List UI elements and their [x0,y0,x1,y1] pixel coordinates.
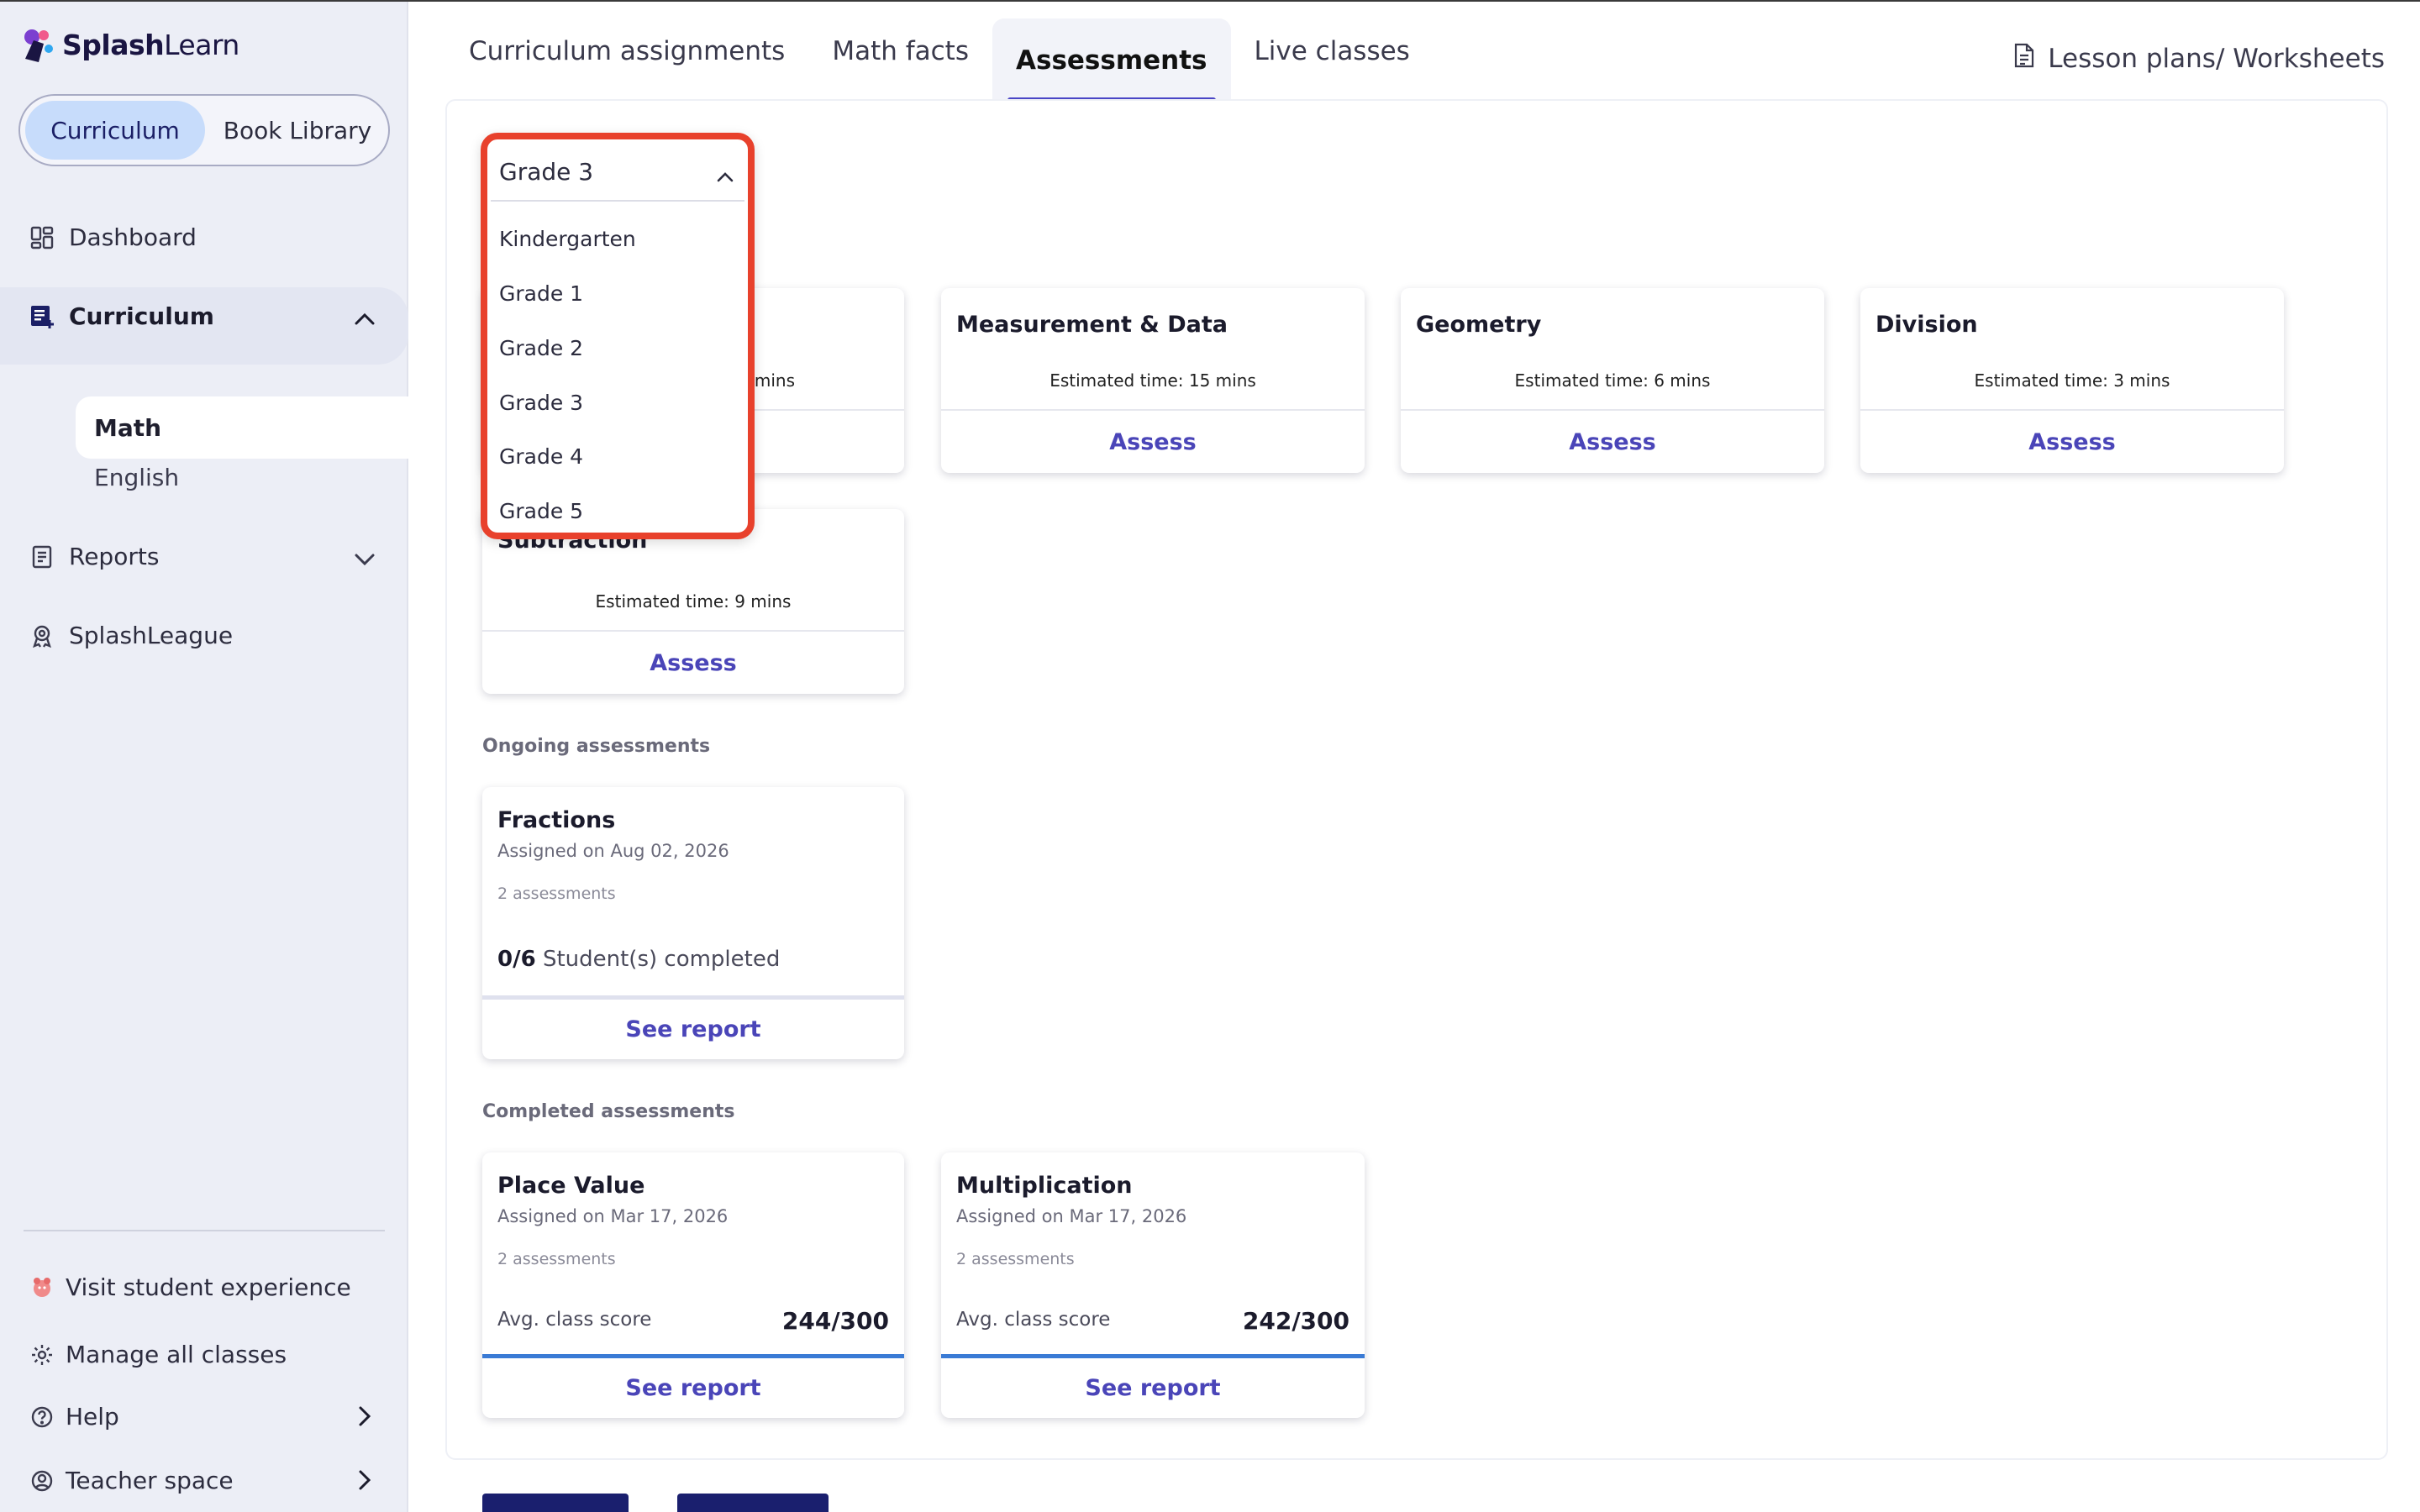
lesson-plans-link[interactable]: Lesson plans/ Worksheets [2012,42,2385,76]
card-title: Geometry [1416,312,1542,338]
sidebar-item-curriculum[interactable]: Curriculum [29,302,214,330]
segment-curriculum[interactable]: Curriculum [25,101,205,160]
completed-assessment-card: Multiplication Assigned on Mar 17, 2026 … [941,1152,1365,1418]
assess-button[interactable]: Assess [482,632,904,694]
card-title: Place Value [497,1173,645,1199]
grade-select-field[interactable]: Grade 3 [491,143,744,202]
avg-score-value: 242/300 [1242,1307,1349,1335]
brand-name: SplashLearn [62,28,239,61]
card-assigned-date: Assigned on Mar 17, 2026 [497,1206,729,1226]
curriculum-icon [29,303,55,330]
chevron-right-icon[interactable] [351,1403,378,1430]
sidebar-item-manage-classes[interactable]: Manage all classes [29,1341,287,1368]
card-estimated-time: Estimated time: 9 mins [595,591,792,612]
completed-section-label: Completed assessments [482,1101,735,1122]
sidebar-item-label: SplashLeague [69,622,234,649]
sidebar-item-label: Dashboard [69,223,197,251]
chevron-down-icon[interactable] [351,546,378,573]
document-icon [2012,42,2036,76]
tab-curriculum-assignments[interactable]: Curriculum assignments [445,0,808,102]
sidebar-item-english[interactable]: English [94,464,179,491]
grade-selected-value: Grade 3 [499,157,594,186]
help-icon [29,1404,55,1431]
chevron-up-icon[interactable] [351,306,378,333]
card-estimated-time: Estimated time: 3 mins [1974,370,2170,391]
sidebar-item-label: Reports [69,543,160,570]
grade-option[interactable]: Grade 4 [499,444,583,469]
grade-option[interactable]: Grade 3 [499,391,583,415]
user-circle-icon [29,1467,55,1494]
kidsafe-seal-logo [677,1494,829,1512]
see-report-button[interactable]: See report [482,1357,904,1418]
card-title: Fractions [497,807,616,833]
trophy-badge-icon [29,622,55,649]
splashlearn-logo-icon [18,25,57,64]
dashboard-icon [29,224,55,251]
assess-button[interactable]: Assess [941,411,1365,473]
sidebar-item-dashboard[interactable]: Dashboard [29,223,197,251]
sidebar-item-label: Visit student experience [66,1273,351,1301]
kidsafe-seal-logo [482,1494,629,1512]
sidebar-item-label: Manage all classes [66,1341,287,1368]
tab-live-classes[interactable]: Live classes [1231,0,1434,102]
avg-score-label: Avg. class score [497,1309,652,1331]
sidebar: SplashLearn Curriculum Book Library Dash… [0,2,408,1512]
card-assessment-count: 2 assessments [497,885,616,903]
reports-icon [29,543,55,570]
student-avatar-icon [29,1274,55,1301]
chevron-up-icon [716,161,734,189]
card-completion: 0/6 Student(s) completed [497,947,781,972]
grade-option[interactable]: Kindergarten [499,227,636,251]
see-report-button[interactable]: See report [482,999,904,1059]
avg-score-label: Avg. class score [956,1309,1111,1331]
card-estimated-time: Estimated time: 15 mins [1050,370,1256,391]
sidebar-item-label: Teacher space [66,1467,234,1494]
assess-button[interactable]: Assess [1860,411,2284,473]
ongoing-assessment-card: Fractions Assigned on Aug 02, 2026 2 ass… [482,787,904,1059]
sidebar-divider [24,1230,385,1231]
assessment-card: Division Estimated time: 3 mins Assess [1860,288,2284,473]
top-tab-bar: Curriculum assignments Math facts Assess… [445,0,1434,102]
assessment-card: Measurement & Data Estimated time: 15 mi… [941,288,1365,473]
see-report-button[interactable]: See report [941,1357,1365,1418]
sidebar-item-label: Help [66,1403,119,1431]
library-segmented-control: Curriculum Book Library [18,94,390,166]
card-assigned-date: Assigned on Mar 17, 2026 [956,1206,1187,1226]
gear-icon [29,1341,55,1368]
tab-math-facts[interactable]: Math facts [808,0,992,102]
sidebar-item-math[interactable]: Math [76,396,408,459]
grade-option[interactable]: Grade 1 [499,281,583,306]
card-title: Multiplication [956,1173,1133,1199]
completed-assessment-card: Place Value Assigned on Mar 17, 2026 2 a… [482,1152,904,1418]
sidebar-item-help[interactable]: Help [29,1403,119,1431]
chevron-right-icon[interactable] [351,1467,378,1494]
sidebar-item-label: Curriculum [69,302,214,330]
sidebar-item-splashleague[interactable]: SplashLeague [29,622,233,649]
card-title: Division [1876,312,1978,338]
sidebar-item-reports[interactable]: Reports [29,543,159,570]
assessment-card: Geometry Estimated time: 6 mins Assess [1401,288,1824,473]
ongoing-section-label: Ongoing assessments [482,736,711,757]
assess-button[interactable]: Assess [1401,411,1824,473]
card-assigned-date: Assigned on Aug 02, 2026 [497,841,729,861]
grade-dropdown[interactable]: Grade 3 Kindergarten Grade 1 Grade 2 Gra… [481,133,755,539]
avg-score-value: 244/300 [781,1307,889,1335]
grade-option[interactable]: Grade 2 [499,336,583,360]
card-assessment-count: 2 assessments [497,1250,616,1268]
card-estimated-time: Estimated time: 6 mins [1514,370,1711,391]
lesson-plans-label: Lesson plans/ Worksheets [2048,44,2385,74]
grade-option[interactable]: Grade 5 [499,499,583,523]
sidebar-item-visit-student[interactable]: Visit student experience [29,1273,351,1301]
sidebar-item-teacher-space[interactable]: Teacher space [29,1467,234,1494]
card-assessment-count: 2 assessments [956,1250,1075,1268]
segment-book-library[interactable]: Book Library [210,101,385,160]
tab-assessments[interactable]: Assessments [992,18,1231,102]
brand-logo[interactable]: SplashLearn [18,25,239,64]
card-estimated-time: mins [754,370,795,391]
card-title: Measurement & Data [956,312,1228,338]
